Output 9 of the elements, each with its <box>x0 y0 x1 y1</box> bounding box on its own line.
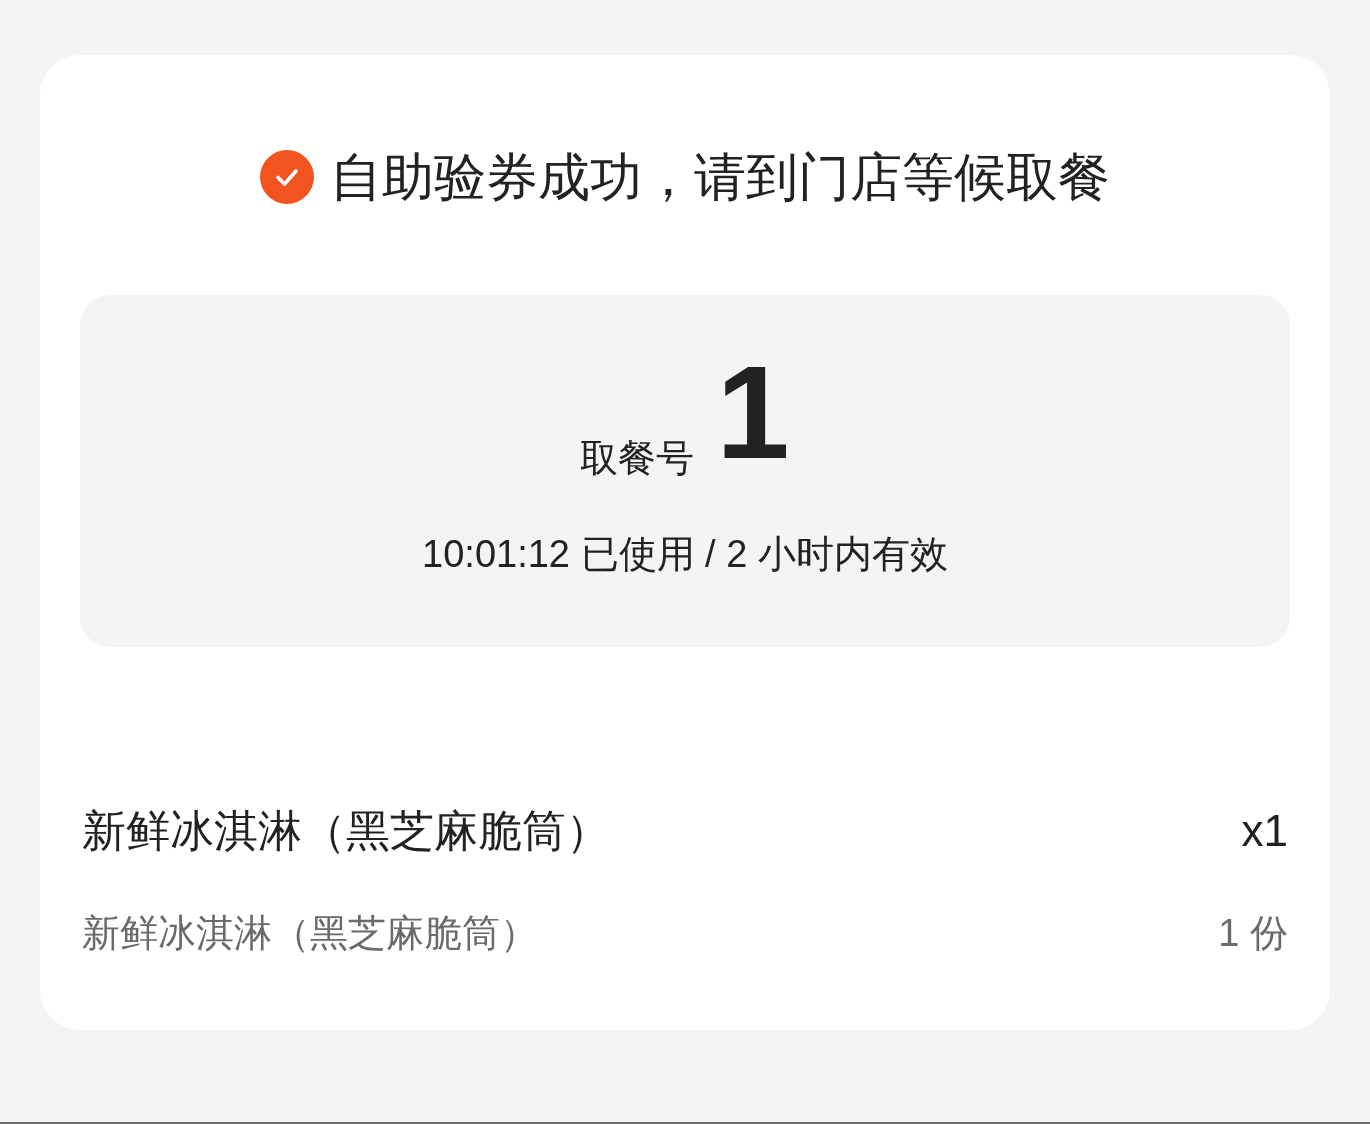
usage-text: 10:01:12 已使用 / 2 小时内有效 <box>422 532 948 577</box>
pickup-label: 取餐号 <box>580 436 695 481</box>
item-portion: 1 份 <box>1218 911 1288 956</box>
item-detail: 新鲜冰淇淋（黑芝麻脆筒） <box>82 911 538 956</box>
check-icon <box>260 150 314 204</box>
pickup-number: 1 <box>716 347 790 479</box>
success-title: 自助验券成功，请到门店等候取餐 <box>330 147 1110 207</box>
item-name: 新鲜冰淇淋（黑芝麻脆筒） <box>82 808 610 854</box>
item-quantity: x1 <box>1241 808 1288 854</box>
